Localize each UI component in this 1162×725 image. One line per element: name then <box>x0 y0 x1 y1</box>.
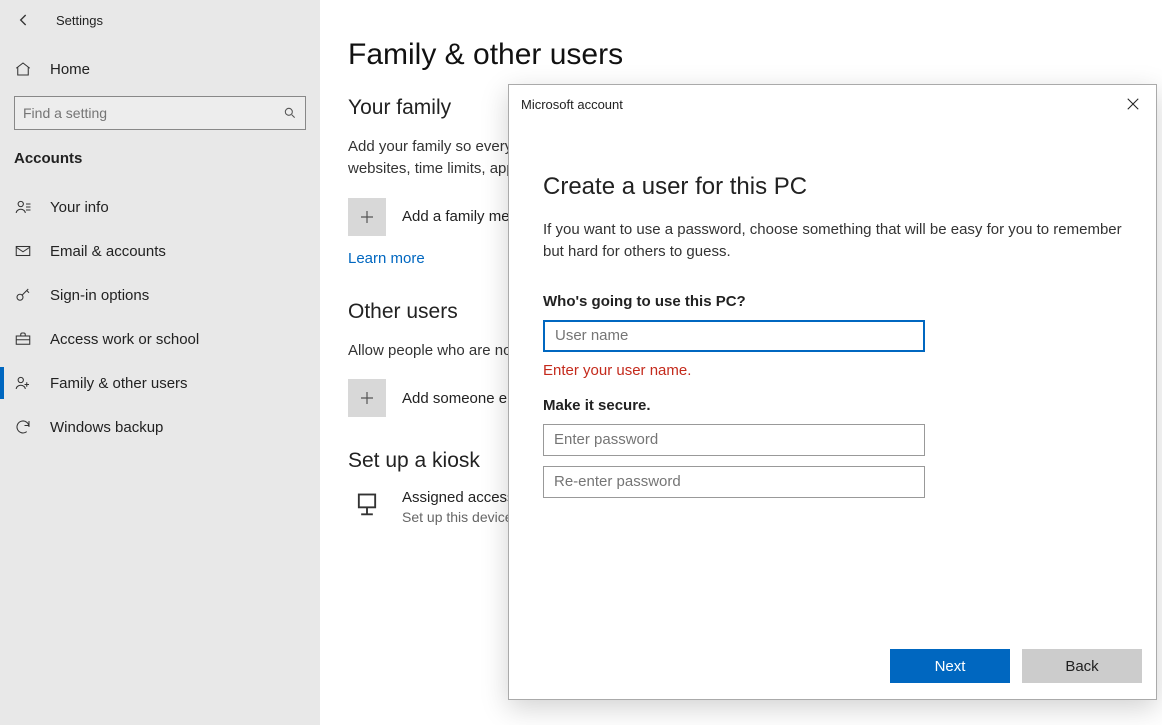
nav-access-work[interactable]: Access work or school <box>0 317 320 361</box>
password-input[interactable] <box>543 424 925 456</box>
search-icon <box>283 106 297 120</box>
mail-icon <box>14 242 32 260</box>
nav-signin-options[interactable]: Sign-in options <box>0 273 320 317</box>
dialog-heading: Create a user for this PC <box>543 173 1122 201</box>
add-family-button[interactable] <box>348 198 386 236</box>
plus-icon <box>358 208 376 226</box>
home-label: Home <box>50 61 90 78</box>
home-nav[interactable]: Home <box>0 52 320 96</box>
plus-icon <box>358 389 376 407</box>
sync-icon <box>14 418 32 436</box>
key-icon <box>14 286 32 304</box>
category-label: Accounts <box>0 150 320 185</box>
family-icon <box>14 374 32 392</box>
nav-your-info[interactable]: Your info <box>0 185 320 229</box>
nav-email-accounts[interactable]: Email & accounts <box>0 229 320 273</box>
nav-family-other-users[interactable]: Family & other users <box>0 361 320 405</box>
nav-label: Windows backup <box>50 419 163 436</box>
username-input[interactable] <box>543 320 925 352</box>
back-icon[interactable] <box>14 10 34 30</box>
search-input[interactable] <box>23 105 283 121</box>
username-question: Who's going to use this PC? <box>543 293 1122 310</box>
nav-windows-backup[interactable]: Windows backup <box>0 405 320 449</box>
nav-label: Your info <box>50 199 109 216</box>
nav-label: Sign-in options <box>50 287 149 304</box>
back-button[interactable]: Back <box>1022 649 1142 683</box>
create-user-dialog: Microsoft account Create a user for this… <box>508 84 1157 700</box>
nav-label: Family & other users <box>50 375 188 392</box>
nav-label: Email & accounts <box>50 243 166 260</box>
home-icon <box>14 60 32 78</box>
page-title: Family & other users <box>348 38 1134 72</box>
password-confirm-input[interactable] <box>543 466 925 498</box>
kiosk-icon <box>353 491 381 519</box>
password-question: Make it secure. <box>543 397 1122 414</box>
learn-more-link[interactable]: Learn more <box>348 250 425 267</box>
dialog-desc: If you want to use a password, choose so… <box>543 219 1122 263</box>
next-button[interactable]: Next <box>890 649 1010 683</box>
user-icon <box>14 198 32 216</box>
search-box[interactable] <box>14 96 306 130</box>
username-error: Enter your user name. <box>543 362 1122 379</box>
dialog-titlebar: Microsoft account <box>521 97 623 112</box>
close-icon[interactable] <box>1124 95 1142 113</box>
nav-label: Access work or school <box>50 331 199 348</box>
briefcase-icon <box>14 330 32 348</box>
add-other-user-button[interactable] <box>348 379 386 417</box>
window-title: Settings <box>56 13 103 28</box>
